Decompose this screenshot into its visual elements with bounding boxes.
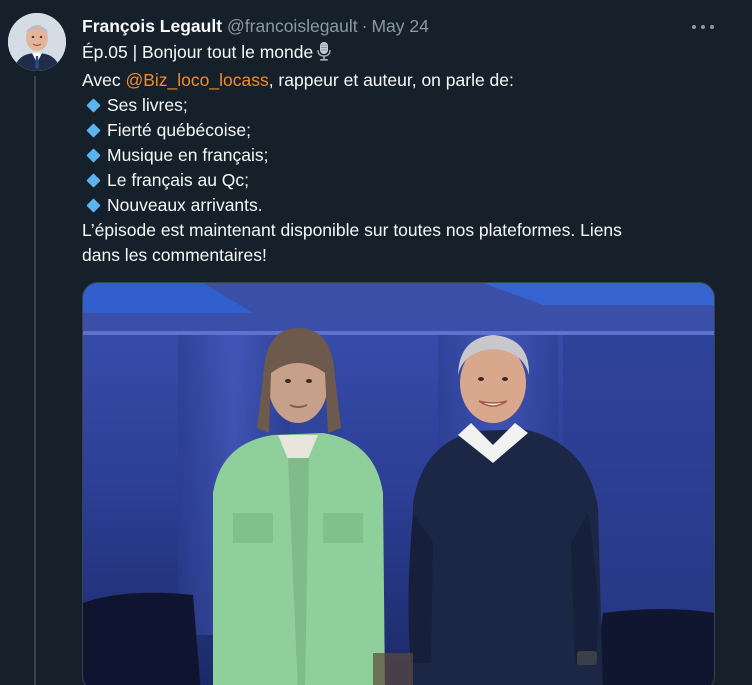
separator-dot: · — [361, 15, 368, 36]
bullet-item: Le français au Qc; — [82, 168, 722, 193]
thread-line — [34, 76, 36, 685]
title-line: Ép.05 | Bonjour tout le monde — [82, 40, 722, 68]
more-dot — [710, 25, 714, 29]
bullet-text: Musique en français; — [107, 145, 269, 165]
bullet-text: Fierté québécoise; — [107, 120, 251, 140]
intro-prefix: Avec — [82, 70, 126, 90]
bullet-item: Nouveaux arrivants. — [82, 193, 722, 218]
bullet-text: Nouveaux arrivants. — [107, 195, 263, 215]
tweet-content: François Legault @francoislegault · May … — [82, 14, 722, 268]
bullet-text: Le français au Qc; — [107, 170, 250, 190]
tweet-media-photo[interactable] — [82, 282, 715, 685]
small-blue-diamond-icon — [86, 198, 101, 214]
tweet[interactable]: François Legault @francoislegault · May … — [0, 0, 752, 685]
photo-image — [83, 283, 714, 685]
small-blue-diamond-icon — [86, 173, 101, 189]
title-text: Ép.05 | Bonjour tout le monde — [82, 42, 314, 62]
bullet-item: Fierté québécoise; — [82, 118, 722, 143]
tweet-text: Ép.05 | Bonjour tout le monde Avec @Biz_… — [82, 40, 722, 268]
more-dot — [692, 25, 696, 29]
avatar-image — [8, 13, 66, 71]
avatar[interactable] — [8, 13, 66, 71]
tweet-date[interactable]: May 24 — [371, 16, 428, 37]
more-dot — [701, 25, 705, 29]
small-blue-diamond-icon — [86, 148, 101, 164]
tweet-header: François Legault @francoislegault · May … — [82, 14, 722, 38]
display-name[interactable]: François Legault — [82, 16, 222, 37]
avatar-column — [8, 13, 66, 71]
bullet-text: Ses livres; — [107, 95, 188, 115]
intro-suffix: , rappeur et auteur, on parle de: — [268, 70, 514, 90]
more-options-icon[interactable] — [692, 19, 714, 35]
user-handle[interactable]: @francoislegault — [227, 16, 358, 37]
microphone-icon — [316, 41, 332, 68]
small-blue-diamond-icon — [86, 123, 101, 139]
closing-line: dans les commentaires! — [82, 245, 267, 265]
bullet-item: Musique en français; — [82, 143, 722, 168]
closing-line: L’épisode est maintenant disponible sur … — [82, 220, 622, 240]
small-blue-diamond-icon — [86, 98, 101, 114]
intro-line: Avec @Biz_loco_locass, rappeur et auteur… — [82, 68, 722, 93]
bullet-item: Ses livres; — [82, 93, 722, 118]
mention-link[interactable]: @Biz_loco_locass — [125, 70, 268, 90]
